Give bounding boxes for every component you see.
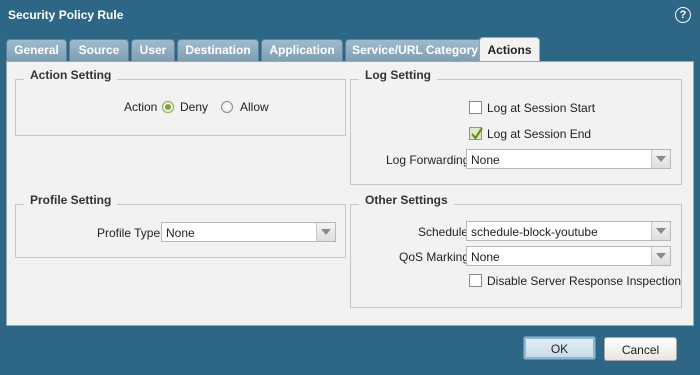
- tab-service-url-category[interactable]: Service/URL Category: [345, 39, 485, 61]
- action-label: Action: [124, 100, 158, 114]
- chevron-down-icon[interactable]: [651, 222, 670, 240]
- log-at-session-start-checkbox[interactable]: [469, 101, 482, 114]
- checkmark-icon: [471, 127, 483, 140]
- allow-radio[interactable]: [221, 101, 233, 113]
- profile-type-value: None: [166, 226, 195, 240]
- other-settings-group: Other Settings Schedule schedule-block-y…: [350, 193, 682, 308]
- tab-destination[interactable]: Destination: [177, 39, 259, 61]
- chevron-down-icon[interactable]: [651, 150, 670, 168]
- log-forwarding-select[interactable]: None: [466, 149, 671, 169]
- action-setting-group: Action Setting Action Deny Allow: [15, 68, 346, 136]
- profile-setting-group: Profile Setting Profile Type None: [15, 193, 346, 258]
- chevron-down-icon[interactable]: [651, 247, 670, 265]
- tab-application[interactable]: Application: [261, 39, 343, 61]
- tab-actions[interactable]: Actions: [479, 37, 540, 63]
- dialog-title: Security Policy Rule: [8, 8, 124, 22]
- help-icon[interactable]: ?: [675, 7, 691, 23]
- cancel-button[interactable]: Cancel: [604, 337, 677, 361]
- log-setting-legend: Log Setting: [359, 68, 437, 82]
- log-setting-group: Log Setting Log at Session Start Log at …: [350, 68, 682, 185]
- profile-setting-legend: Profile Setting: [24, 193, 118, 207]
- log-at-session-start-label[interactable]: Log at Session Start: [487, 101, 595, 115]
- deny-label[interactable]: Deny: [180, 100, 208, 114]
- other-settings-legend: Other Settings: [359, 193, 454, 207]
- qos-marking-value: None: [471, 250, 500, 264]
- allow-label[interactable]: Allow: [240, 100, 269, 114]
- log-forwarding-value: None: [471, 153, 500, 167]
- profile-type-label: Profile Type: [97, 226, 161, 240]
- schedule-label: Schedule: [418, 225, 469, 239]
- action-setting-legend: Action Setting: [24, 68, 118, 82]
- log-at-session-end-label[interactable]: Log at Session End: [487, 127, 591, 141]
- tab-source[interactable]: Source: [69, 39, 129, 61]
- schedule-select[interactable]: schedule-block-youtube: [466, 221, 671, 241]
- schedule-value: schedule-block-youtube: [471, 225, 598, 239]
- profile-type-select[interactable]: None: [161, 222, 336, 242]
- disable-server-response-inspection-checkbox[interactable]: [469, 274, 482, 287]
- qos-marking-select[interactable]: None: [466, 246, 671, 266]
- disable-server-response-inspection-label[interactable]: Disable Server Response Inspection: [487, 274, 681, 288]
- dialog-titlebar: Security Policy Rule ?: [0, 0, 700, 30]
- tab-user[interactable]: User: [131, 39, 175, 61]
- ok-button[interactable]: OK: [523, 336, 596, 360]
- log-forwarding-label: Log Forwarding: [386, 153, 470, 167]
- log-at-session-end-checkbox[interactable]: [469, 127, 483, 140]
- deny-radio[interactable]: [162, 101, 174, 113]
- qos-marking-label: QoS Marking: [399, 250, 470, 264]
- security-policy-rule-dialog: Security Policy Rule ? General Source Us…: [0, 0, 700, 375]
- chevron-down-icon[interactable]: [316, 223, 335, 241]
- tab-general[interactable]: General: [6, 39, 67, 61]
- actions-panel: Action Setting Action Deny Allow Log Set…: [6, 61, 694, 326]
